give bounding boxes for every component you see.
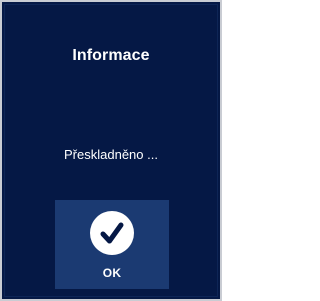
dialog-message: Přeskladněno ... bbox=[64, 147, 158, 162]
info-dialog: Informace Přeskladněno ... OK bbox=[0, 0, 222, 301]
ok-button[interactable]: OK bbox=[55, 200, 169, 289]
dialog-title: Informace bbox=[72, 47, 150, 64]
checkmark-icon bbox=[90, 211, 134, 255]
ok-button-label: OK bbox=[102, 266, 122, 280]
